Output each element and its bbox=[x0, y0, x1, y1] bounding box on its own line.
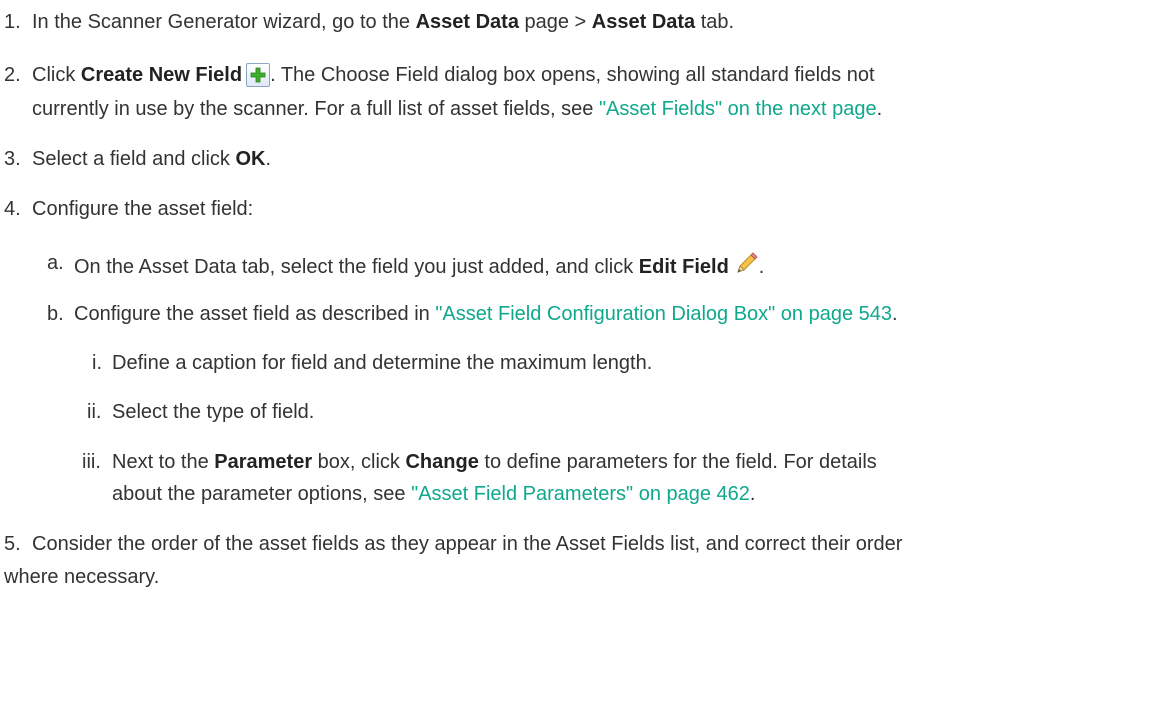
item-text: Next to the Parameter box, click Change … bbox=[112, 451, 877, 473]
step-text: In the Scanner Generator wizard, go to t… bbox=[32, 11, 735, 33]
ui-term-create-new-field: Create New Field bbox=[80, 64, 243, 86]
pencil-icon bbox=[733, 251, 759, 277]
step-number: 2. bbox=[4, 64, 21, 86]
ui-term-edit-field: Edit Field bbox=[638, 256, 729, 278]
item-numeral: ii. bbox=[87, 401, 102, 423]
step-number: 5. bbox=[4, 533, 21, 555]
item-text: Select the type of field. bbox=[112, 401, 315, 423]
step-text: Configure the asset field: bbox=[32, 198, 254, 220]
add-field-icon bbox=[246, 63, 271, 87]
step-text: Select a field and click OK. bbox=[32, 148, 271, 170]
ui-term-asset-data-tab: Asset Data bbox=[591, 11, 696, 33]
ui-term-ok: OK bbox=[235, 148, 266, 170]
step-text: Consider the order of the asset fields a… bbox=[32, 533, 903, 555]
step-number: 3. bbox=[4, 148, 21, 170]
step-number: 1. bbox=[4, 11, 21, 33]
item-numeral: i. bbox=[92, 352, 102, 374]
ui-term-parameter: Parameter bbox=[214, 451, 313, 473]
ui-term-asset-data-page: Asset Data bbox=[415, 11, 519, 33]
step-text-continued: where necessary. bbox=[4, 566, 160, 588]
step-number: 4. bbox=[4, 198, 21, 220]
substep-letter: a. bbox=[47, 252, 64, 274]
ui-term-change: Change bbox=[405, 451, 479, 473]
substep-letter: b. bbox=[47, 303, 64, 325]
item-text-continued: about the parameter options, see "Asset … bbox=[112, 483, 756, 505]
substep-text: Configure the asset field as described i… bbox=[74, 303, 898, 325]
step-text-continued: currently in use by the scanner. For a f… bbox=[32, 98, 883, 120]
step-text: Click Create New Field. The Choose Field… bbox=[32, 63, 875, 87]
document-page: 1. In the Scanner Generator wizard, go t… bbox=[0, 0, 1170, 708]
item-text: Define a caption for field and determine… bbox=[112, 352, 653, 374]
item-numeral: iii. bbox=[82, 451, 101, 473]
cross-reference-link[interactable]: "Asset Field Configuration Dialog Box" o… bbox=[435, 303, 892, 325]
cross-reference-link[interactable]: "Asset Fields" on the next page bbox=[599, 98, 877, 120]
substep-text: On the Asset Data tab, select the field … bbox=[74, 251, 764, 279]
cross-reference-link[interactable]: "Asset Field Parameters" on page 462 bbox=[411, 483, 750, 505]
